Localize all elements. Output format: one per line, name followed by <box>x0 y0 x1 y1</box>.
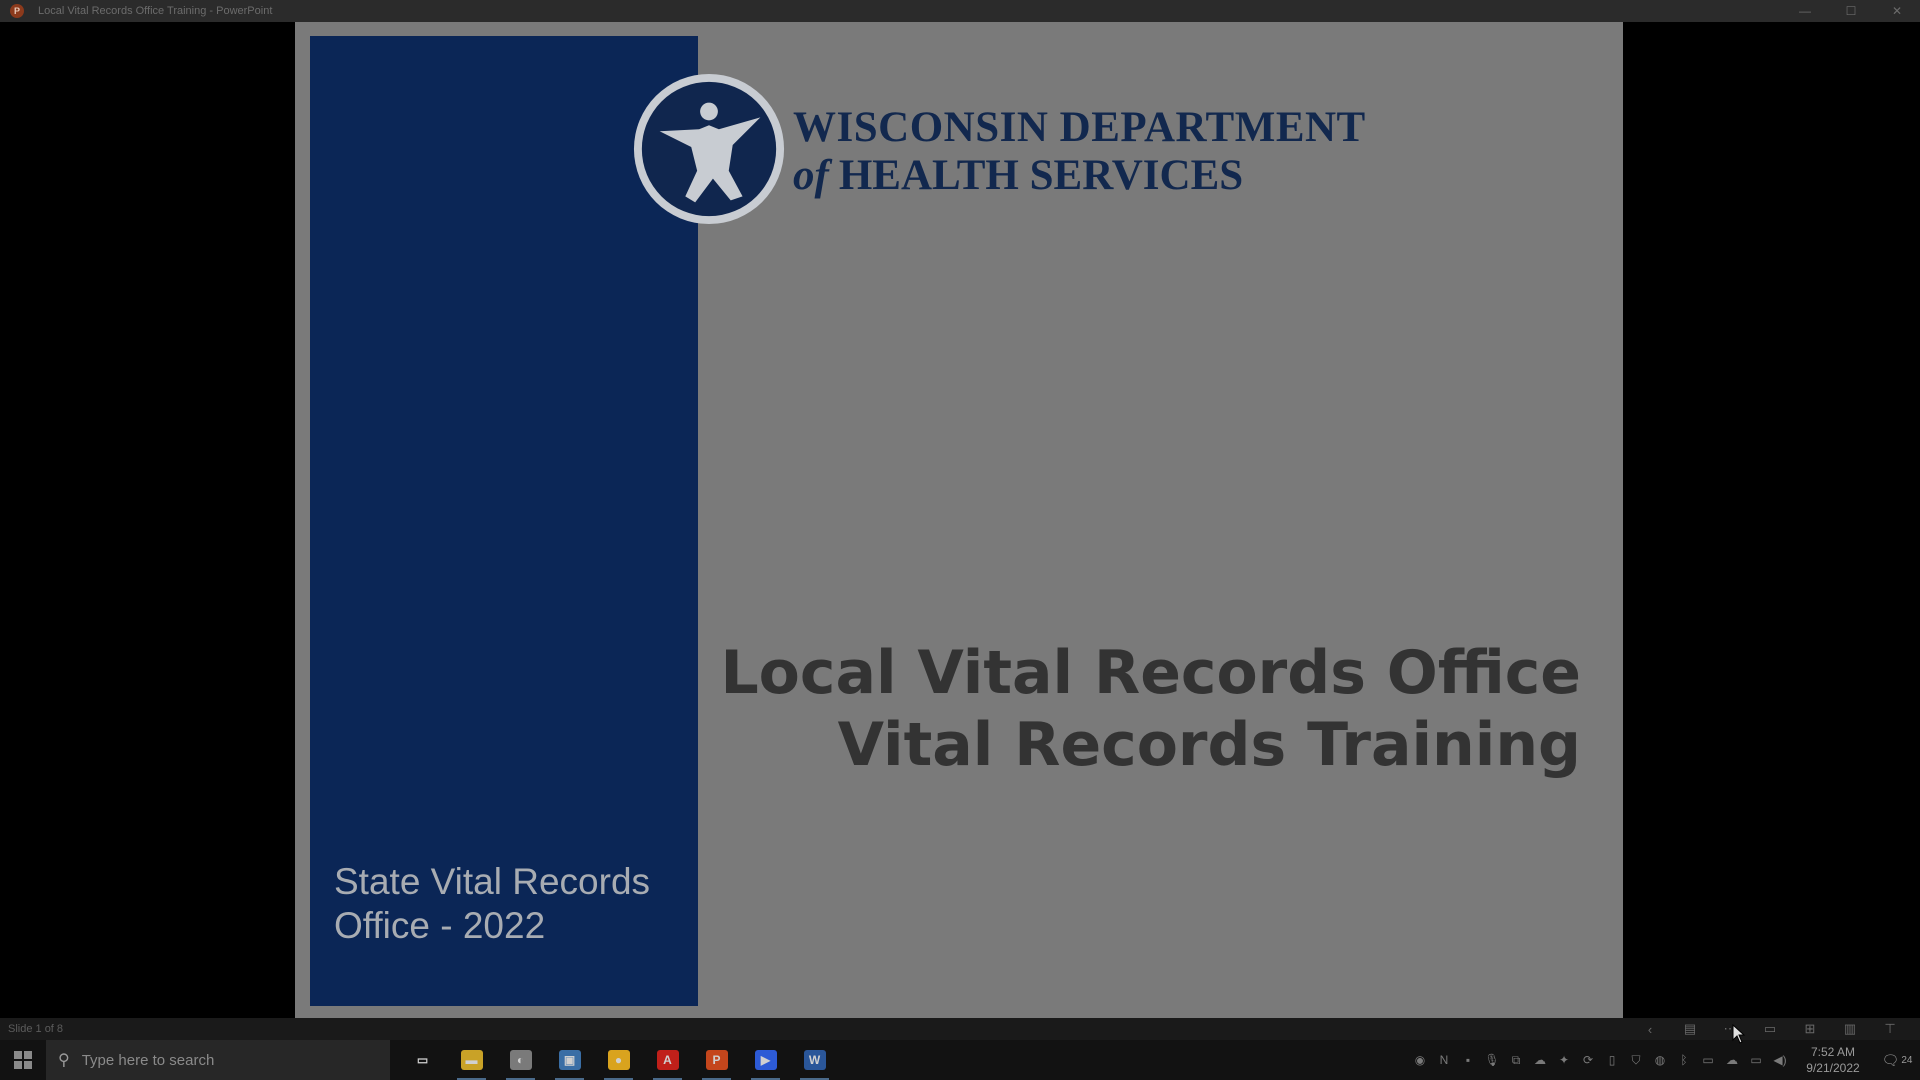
normal-view-icon[interactable]: ▭ <box>1750 1018 1790 1040</box>
system-tray: ◉ N ▪ 🎙 ⧉ ☁ ✦ ⟳ ▯ ⛉ ◍ ᛒ ▭ ☁ ▭ ◀) 7:52 AM… <box>1408 1040 1920 1080</box>
search-icon: ⚲ <box>58 1052 70 1069</box>
mouse-cursor-icon <box>1732 1024 1746 1044</box>
status-bar: Slide 1 of 8 ‹ ▤ ⋯ ▭ ⊞ ▥ ⊤ <box>0 1018 1920 1040</box>
zoom-icon: ▶ <box>754 1050 777 1070</box>
slide-title: Local Vital Records Office Vital Records… <box>720 637 1581 781</box>
onedrive-icon[interactable]: ☁ <box>1720 1040 1744 1080</box>
network-icon[interactable]: ▭ <box>1744 1040 1768 1080</box>
taskbar-clock[interactable]: 7:52 AM 9/21/2022 <box>1792 1044 1874 1076</box>
clock-date: 9/21/2022 <box>1806 1061 1860 1075</box>
logo-health-services: HEALTH SERVICES <box>838 152 1244 199</box>
bluetooth-icon[interactable]: ◉ <box>1408 1040 1432 1080</box>
onenote-icon[interactable]: N <box>1432 1040 1456 1080</box>
shield-icon[interactable]: ⛉ <box>1624 1040 1648 1080</box>
volume-icon[interactable]: ◀) <box>1768 1040 1792 1080</box>
security-icon[interactable]: ◍ <box>1648 1040 1672 1080</box>
usb-icon[interactable]: ▯ <box>1600 1040 1624 1080</box>
chrome-icon: ● <box>607 1050 630 1070</box>
prev-slide-icon[interactable]: ‹ <box>1630 1018 1670 1040</box>
panel-subtitle: State Vital Records Office - 2022 <box>334 861 651 946</box>
start-button[interactable] <box>0 1040 46 1080</box>
taskbar-app-app-3[interactable]: ◐ <box>496 1040 545 1080</box>
logo-of: of <box>793 152 829 199</box>
dhs-logo-text: WISCONSIN DEPARTMENT of HEALTH SERVICES <box>793 104 1366 200</box>
taskbar-app-powerpoint[interactable]: P <box>692 1040 741 1080</box>
powerpoint-icon: P <box>10 4 24 18</box>
maximize-button[interactable]: ☐ <box>1828 0 1874 22</box>
slide-title-line-2: Vital Records Training <box>837 710 1581 780</box>
taskbar-app-app-4[interactable]: ▣ <box>545 1040 594 1080</box>
app-tray-icon[interactable]: ▪ <box>1456 1040 1480 1080</box>
windows-icon <box>14 1051 32 1069</box>
taskbar-app-task-view[interactable]: ▭ <box>398 1040 447 1080</box>
logo-line-1: WISCONSIN DEPARTMENT <box>793 104 1366 151</box>
taskbar-app-word[interactable]: W <box>790 1040 839 1080</box>
slide-canvas[interactable]: State Vital Records Office - 2022 WISCON… <box>295 22 1623 1018</box>
slideshow-icon[interactable]: ⊤ <box>1870 1018 1910 1040</box>
acrobat-icon: A <box>656 1050 679 1070</box>
bluetooth-device-icon[interactable]: ᛒ <box>1672 1040 1696 1080</box>
taskbar: ⚲ ▭ ▬ ◐ ▣ ● A P ▶ W ◉ N ▪ 🎙 ⧉ ☁ ✦ ⟳ ▯ ⛉ ◍ ᛒ ▭ ☁ … <box>0 1040 1920 1080</box>
notification-count: 24 <box>1901 1054 1913 1066</box>
window-controls: — ☐ ✕ <box>1782 0 1920 22</box>
file-explorer-icon: ▬ <box>460 1050 483 1070</box>
search-input[interactable] <box>81 1051 342 1069</box>
logo-line-2: of HEALTH SERVICES <box>793 152 1366 200</box>
minimize-button[interactable]: — <box>1782 0 1828 22</box>
close-button[interactable]: ✕ <box>1874 0 1920 22</box>
slide-sorter-icon[interactable]: ⊞ <box>1790 1018 1830 1040</box>
task-view-icon: ▭ <box>416 1053 429 1067</box>
app-4-icon: ▣ <box>558 1050 581 1070</box>
notification-icon: 🗨 <box>1881 1051 1900 1068</box>
clock-time: 7:52 AM <box>1810 1045 1856 1059</box>
taskbar-apps: ▭ ▬ ◐ ▣ ● A P ▶ W <box>398 1040 839 1080</box>
status-bar-controls: ‹ ▤ ⋯ ▭ ⊞ ▥ ⊤ <box>1630 1018 1910 1040</box>
window-title-bar: P Local Vital Records Office Training - … <box>0 0 1920 22</box>
powerpoint-icon: P <box>705 1050 728 1070</box>
window-title: Local Vital Records Office Training - Po… <box>38 5 273 17</box>
sync-icon[interactable]: ⟳ <box>1576 1040 1600 1080</box>
taskbar-search[interactable]: ⚲ <box>46 1040 390 1080</box>
taskbar-app-chrome[interactable]: ● <box>594 1040 643 1080</box>
taskbar-app-zoom[interactable]: ▶ <box>741 1040 790 1080</box>
taskbar-app-acrobat[interactable]: A <box>643 1040 692 1080</box>
microphone-icon[interactable]: 🎙 <box>1480 1040 1504 1080</box>
teams-icon[interactable]: ⧉ <box>1504 1040 1528 1080</box>
notification-center-button[interactable]: 🗨 24 <box>1874 1040 1920 1080</box>
battery-icon[interactable]: ▭ <box>1696 1040 1720 1080</box>
slide-indicator: Slide 1 of 8 <box>8 1023 64 1035</box>
taskbar-app-file-explorer[interactable]: ▬ <box>447 1040 496 1080</box>
reading-view-icon[interactable]: ▥ <box>1830 1018 1870 1040</box>
cloud-icon[interactable]: ☁ <box>1528 1040 1552 1080</box>
notes-icon[interactable]: ▤ <box>1670 1018 1710 1040</box>
dropbox-icon[interactable]: ✦ <box>1552 1040 1576 1080</box>
dhs-logo-icon <box>633 73 785 225</box>
slide-title-line-1: Local Vital Records Office <box>720 638 1581 708</box>
word-icon: W <box>803 1050 826 1070</box>
app-3-icon: ◐ <box>509 1050 532 1070</box>
